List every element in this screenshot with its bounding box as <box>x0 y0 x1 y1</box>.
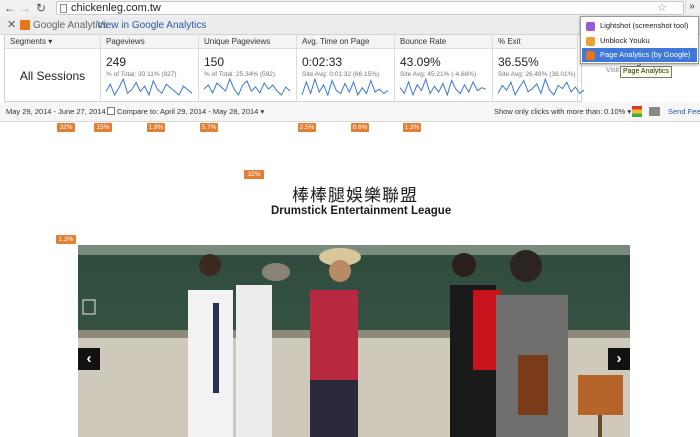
sparkline-chart <box>105 78 193 96</box>
metric-column[interactable]: % Exit 36.55% Site Avg: 26.48% (38.01%) <box>493 35 585 101</box>
forward-arrow-icon[interactable]: → <box>18 1 32 15</box>
date-range-picker[interactable]: May 29, 2014 - June 27, 2014 ▾ <box>6 107 112 116</box>
sparkline-chart <box>203 78 291 96</box>
hero-photo-illustration <box>78 245 630 437</box>
slider-prev-button[interactable]: ‹ <box>78 348 100 370</box>
extension-menu-label: Page Analytics (by Google) <box>600 50 691 59</box>
metric-column[interactable]: Unique Pageviews 150 % of Total: 25.34% (5… <box>199 35 297 101</box>
sparkline-chart <box>399 78 487 96</box>
extension-menu-item[interactable]: Unblock Youku <box>582 34 697 48</box>
click-badge[interactable]: 2.5% <box>298 123 316 132</box>
metric-value: 43.09% <box>400 55 441 69</box>
metric-comparison: Site Avg: 26.48% (38.01%) <box>498 71 576 78</box>
tooltip: Page Analytics <box>620 66 672 78</box>
send-feedback-link[interactable]: Send Fee <box>668 107 700 116</box>
metric-comparison: % of Total: 25.34% (592) <box>204 71 276 78</box>
hero-photo: ‹ › <box>78 245 630 437</box>
click-badge[interactable]: 1.3% <box>403 123 421 132</box>
threshold-label: Show only clicks with more than: <box>494 107 603 116</box>
sparkline-chart <box>301 78 389 96</box>
click-badge[interactable]: 32% <box>244 170 264 179</box>
date-bar: May 29, 2014 - June 27, 2014 ▾ Compare t… <box>0 102 700 122</box>
chevron-down-icon: ▾ <box>627 107 632 116</box>
metric-column[interactable]: Pageviews 249 % of Total: 30.11% (827) <box>101 35 199 101</box>
metric-comparison: Site Avg: 45.21% (-4.68%) <box>400 71 477 78</box>
metric-column[interactable]: Avg. Time on Page 0:02:33 Site Avg: 0:01:3… <box>297 35 395 101</box>
click-badge[interactable]: 1.3% <box>56 235 76 244</box>
extension-menu-item[interactable]: Lightshot (screenshot tool) <box>582 19 697 33</box>
metric-label[interactable]: Pageviews <box>101 35 198 49</box>
click-badge[interactable]: 1.9% <box>147 123 165 132</box>
sparkline-chart <box>497 78 585 96</box>
metric-value: 150 <box>204 55 225 69</box>
view-in-analytics-link[interactable]: View in Google Analytics <box>97 19 206 32</box>
chevron-down-icon: ▾ <box>260 107 265 116</box>
metric-label[interactable]: Avg. Time on Page <box>297 35 394 49</box>
reload-icon[interactable]: ↻ <box>34 1 48 15</box>
click-badge[interactable]: 0.6% <box>351 123 369 132</box>
metric-value: 36.55% <box>498 55 539 69</box>
chevron-down-icon: ▾ <box>48 37 53 46</box>
extensions-menu-button[interactable]: » <box>685 0 698 13</box>
back-arrow-icon[interactable]: ← <box>3 1 17 15</box>
metric-comparison: Site Avg: 0:01:32 (66.15%) <box>302 71 380 78</box>
segment-value: All Sessions <box>19 69 86 83</box>
site-logo-english[interactable]: Drumstick Entertainment League <box>271 205 451 217</box>
site-logo-chinese[interactable]: 棒棒腿娛樂聯盟 <box>292 181 418 206</box>
sparkline-line <box>105 78 193 96</box>
sparkline-line <box>301 78 389 96</box>
compare-label[interactable]: Compare to: April 29, 2014 - May 28, 201… <box>117 107 264 116</box>
metric-label[interactable]: Bounce Rate <box>395 35 492 49</box>
heatmap-toggle-icon[interactable] <box>632 106 642 117</box>
lightshot-icon <box>586 22 595 31</box>
metric-value: 0:02:33 <box>302 55 343 69</box>
url-text: chickenleg.com.tw <box>71 2 161 14</box>
sparkline-line <box>497 78 585 96</box>
segments-header[interactable]: Segments ▾ <box>5 35 100 49</box>
threshold-dropdown[interactable]: 0.10% ▾ <box>604 107 631 116</box>
metric-label[interactable]: % Exit <box>493 35 577 49</box>
page-icon <box>60 4 67 13</box>
unblock-youku-icon <box>586 36 595 46</box>
extension-menu-label: Lightshot (screenshot tool) <box>600 21 689 30</box>
visit-text: Visit <box>606 67 620 74</box>
metric-value: 249 <box>106 55 127 69</box>
extensions-popup-menu: Lightshot (screenshot tool) Unblock Youku… <box>580 16 699 64</box>
extension-menu-item[interactable]: Page Analytics (by Google) <box>582 48 697 62</box>
compare-checkbox[interactable] <box>107 107 115 115</box>
close-icon[interactable]: ✕ <box>7 19 16 32</box>
address-bar[interactable]: chickenleg.com.tw ☆ <box>56 1 684 15</box>
sparkline-line <box>399 78 487 96</box>
click-badge[interactable]: 32% <box>57 123 75 132</box>
bubbles-toggle-icon[interactable] <box>649 107 660 116</box>
metric-column[interactable]: Bounce Rate 43.09% Site Avg: 45.21% (-4.68… <box>395 35 493 101</box>
metrics-panel: Segments ▾ All Sessions Pageviews 249 % of… <box>4 34 585 102</box>
segments-column[interactable]: Segments ▾ All Sessions <box>5 35 101 101</box>
metric-label[interactable]: Unique Pageviews <box>199 35 296 49</box>
metric-comparison: % of Total: 30.11% (827) <box>106 71 177 78</box>
click-badge[interactable]: 15% <box>94 123 112 132</box>
click-badge[interactable]: 5.7% <box>200 123 218 132</box>
slider-next-button[interactable]: › <box>608 348 630 370</box>
extension-menu-label: Unblock Youku <box>600 35 650 45</box>
page-analytics-icon <box>586 51 595 60</box>
analytics-logo-icon <box>20 20 30 30</box>
bookmark-star-icon[interactable]: ☆ <box>657 2 667 15</box>
sparkline-line <box>203 78 291 96</box>
